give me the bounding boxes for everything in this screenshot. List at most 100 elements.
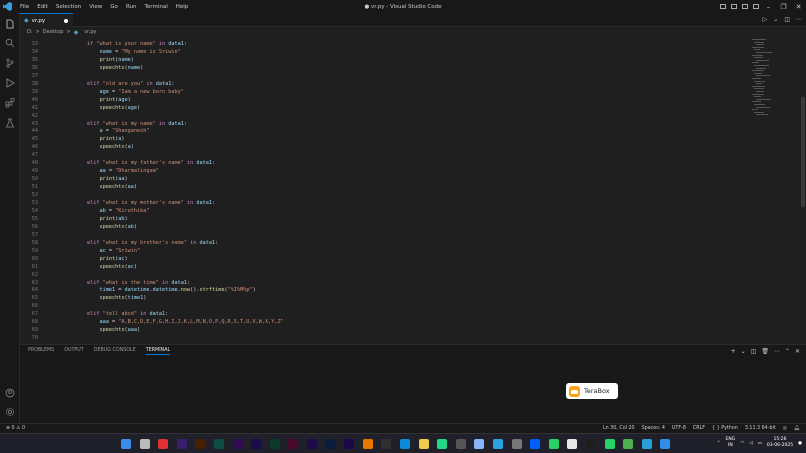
- menu-view[interactable]: View: [85, 4, 106, 10]
- notifications-bell-icon[interactable]: 🔔︎: [794, 426, 800, 431]
- acrobat-icon[interactable]: [158, 439, 169, 449]
- code-line[interactable]: 53 elif "what is my mother's name" in dat…: [20, 199, 215, 207]
- code-line[interactable]: 56 speechtx(ab): [20, 223, 137, 231]
- code-line[interactable]: 54 ab = "Kiruthika": [20, 207, 150, 215]
- code-line[interactable]: 58 elif "what is my brother's name" in da…: [20, 239, 218, 247]
- code-line[interactable]: 41 speechtx(age): [20, 104, 140, 112]
- code-line[interactable]: 67 elif "tell abcd" in data1:: [20, 310, 168, 318]
- app-icon[interactable]: [511, 439, 522, 449]
- run-dropdown-chevron-icon[interactable]: ⌄: [773, 16, 778, 23]
- tab-debug-console[interactable]: DEBUG CONSOLE: [94, 348, 136, 355]
- menu-edit[interactable]: Edit: [33, 4, 52, 10]
- code-editor[interactable]: 33 if "what is your name" in data1: 34 nam…: [20, 37, 750, 343]
- volume-icon[interactable]: ◁: [749, 441, 752, 446]
- indesign-icon[interactable]: [288, 439, 299, 449]
- code-line[interactable]: 48 elif "what is my father's name" in dat…: [20, 159, 215, 167]
- code-line[interactable]: 69 speechtx(aaa): [20, 326, 140, 334]
- code-line[interactable]: 33 if "what is your name" in data1:: [20, 40, 187, 48]
- clock[interactable]: 15:26 03-06-2025: [767, 437, 793, 449]
- code-line[interactable]: 63 elif "what is the time" in data1:: [20, 279, 190, 287]
- code-line[interactable]: 37: [20, 72, 87, 80]
- menu-file[interactable]: File: [16, 4, 33, 10]
- eol-status[interactable]: CRLF: [693, 426, 705, 431]
- toggle-primary-sidebar-icon[interactable]: [719, 4, 726, 9]
- scrollbar-thumb[interactable]: [801, 97, 805, 207]
- tray-chevron-icon[interactable]: ⌃: [717, 441, 721, 446]
- menu-terminal[interactable]: Terminal: [140, 4, 171, 10]
- code-line[interactable]: 50 print(aa): [20, 175, 128, 183]
- code-line[interactable]: 60 print(ac): [20, 255, 128, 263]
- menu-run[interactable]: Run: [122, 4, 141, 10]
- photoshop-icon[interactable]: [325, 439, 336, 449]
- testing-icon[interactable]: [5, 118, 15, 128]
- explorer-icon[interactable]: [5, 19, 15, 29]
- breadcrumb-folder[interactable]: Desktop: [43, 29, 64, 35]
- code-line[interactable]: 38 elif "old are you" in data1:: [20, 80, 175, 88]
- toggle-panel-icon[interactable]: [730, 4, 737, 9]
- battery-icon[interactable]: ▭: [758, 441, 762, 446]
- code-line[interactable]: 46 speechtx(a): [20, 143, 134, 151]
- wifi-icon[interactable]: ◠: [740, 441, 744, 446]
- premiere-icon[interactable]: [307, 439, 317, 449]
- code-line[interactable]: 64 time1 = datetime.datetime.now().strft…: [20, 286, 256, 294]
- code-line[interactable]: 62: [20, 271, 87, 279]
- illustrator-icon[interactable]: [195, 439, 206, 449]
- file-explorer-icon[interactable]: [418, 439, 429, 449]
- code-line[interactable]: 51 speechtx(aa): [20, 183, 137, 191]
- app-icon[interactable]: [474, 439, 485, 449]
- dropbox-icon[interactable]: [530, 439, 541, 449]
- code-line[interactable]: 70: [20, 334, 87, 342]
- telegram-icon[interactable]: [493, 439, 503, 449]
- code-line[interactable]: 36 speechtx(name): [20, 64, 144, 72]
- code-line[interactable]: 42: [20, 112, 87, 120]
- blender-icon[interactable]: [362, 439, 373, 449]
- split-editor-icon[interactable]: ◫: [784, 16, 790, 23]
- notification-center-icon[interactable]: ●: [798, 441, 802, 446]
- vscode-taskbar-icon[interactable]: [660, 439, 671, 449]
- toggle-secondary-sidebar-icon[interactable]: [741, 4, 748, 9]
- code-line[interactable]: 59 ac = "Sriwin": [20, 247, 140, 255]
- kill-terminal-trash-icon[interactable]: 🗑: [761, 348, 769, 355]
- run-debug-icon[interactable]: [5, 78, 15, 88]
- maximize-panel-chevron-icon[interactable]: ⌃: [785, 348, 790, 355]
- obs-icon[interactable]: [381, 439, 392, 449]
- code-line[interactable]: 39 age = "Iam a new born baby": [20, 88, 184, 96]
- encoding-status[interactable]: UTF-8: [672, 426, 686, 431]
- close-window-button[interactable]: ✕: [791, 3, 806, 11]
- menu-go[interactable]: Go: [106, 4, 122, 10]
- code-line[interactable]: 68 aaa = "A,B,C,D,E,F,G,H,I,J,K,L,M,N,O,…: [20, 318, 284, 326]
- app-icon[interactable]: [586, 439, 596, 449]
- extensions-icon[interactable]: [5, 98, 15, 108]
- more-actions-icon[interactable]: ⋯: [774, 348, 780, 355]
- tab-terminal[interactable]: TERMINAL: [145, 348, 171, 355]
- search-icon[interactable]: [5, 38, 15, 48]
- tab-problems[interactable]: PROBLEMS: [28, 348, 54, 355]
- problems-status[interactable]: ⊗ 0 ⚠ 0: [6, 426, 25, 431]
- tab-output[interactable]: OUTPUT: [64, 348, 84, 355]
- media-encoder-icon[interactable]: [344, 439, 355, 449]
- whatsapp-icon[interactable]: [604, 439, 615, 449]
- settings-gear-icon[interactable]: [5, 407, 15, 417]
- minimap[interactable]: [752, 37, 800, 343]
- code-line[interactable]: 49 aa = "Dharmalingam": [20, 167, 159, 175]
- start-menu-icon[interactable]: [121, 439, 131, 449]
- code-line[interactable]: 47: [20, 151, 87, 159]
- interpreter-version[interactable]: 3.11.3 64-bit: [745, 426, 776, 431]
- code-line[interactable]: 66: [20, 302, 87, 310]
- customize-layout-icon[interactable]: [752, 4, 759, 9]
- new-terminal-icon[interactable]: +: [731, 348, 736, 355]
- breadcrumb-drive[interactable]: D:: [27, 29, 33, 35]
- app-icon[interactable]: [641, 439, 652, 449]
- language-mode[interactable]: { } Python: [712, 426, 738, 431]
- run-python-file-icon[interactable]: ▷: [763, 16, 768, 23]
- pycharm-icon[interactable]: [437, 439, 448, 449]
- code-line[interactable]: 34 name = "My name is Sriwin": [20, 48, 181, 56]
- animate-icon[interactable]: [232, 439, 243, 449]
- code-line[interactable]: 61 speechtx(ac): [20, 263, 137, 271]
- menu-help[interactable]: Help: [172, 4, 193, 10]
- whatsapp-icon[interactable]: [548, 439, 559, 449]
- terminal-dropdown-chevron-icon[interactable]: ⌄: [741, 348, 746, 355]
- app-icon[interactable]: [567, 439, 578, 449]
- code-line[interactable]: 44 a = "Shanganesh": [20, 127, 150, 135]
- close-panel-icon[interactable]: ✕: [795, 348, 800, 355]
